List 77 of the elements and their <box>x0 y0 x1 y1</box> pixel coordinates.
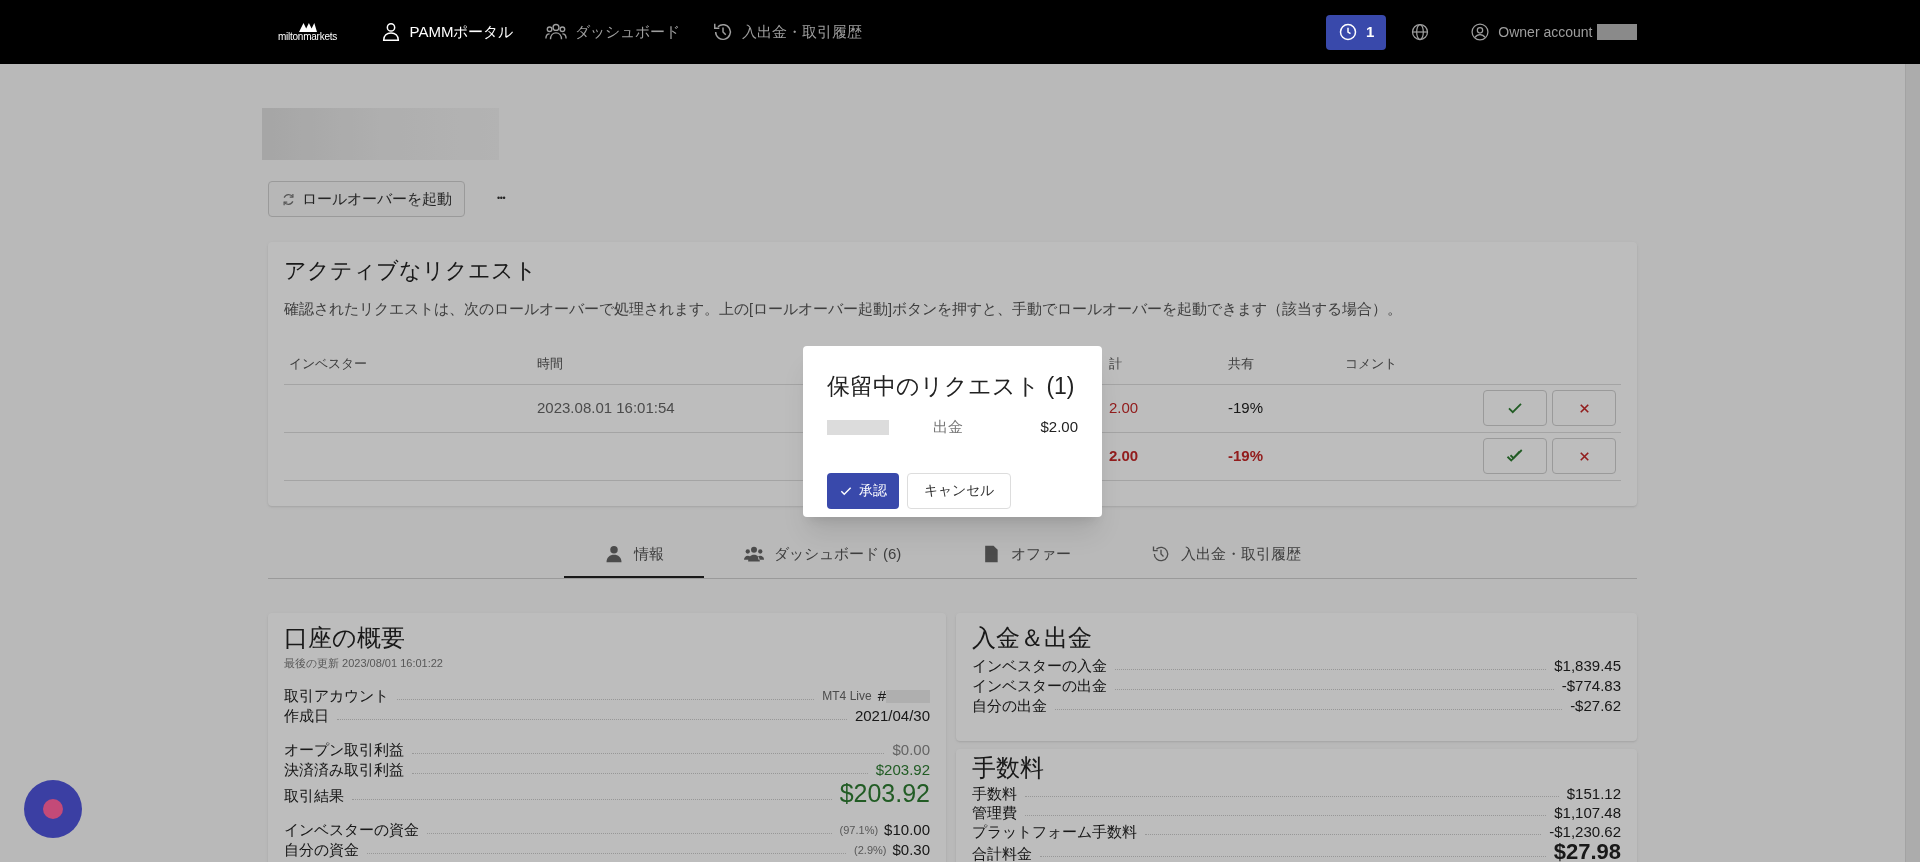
approve-button[interactable] <box>1483 438 1547 475</box>
row-label: インベスターの資金 <box>284 819 419 840</box>
row-value: -$774.83 <box>1561 676 1621 696</box>
account-menu[interactable]: Owner account <box>1470 21 1593 43</box>
request-type: 出金 <box>933 417 963 437</box>
row-label: 管理費 <box>972 803 1017 822</box>
card-title: 口座の概要 <box>284 623 406 653</box>
row-label: 手数料 <box>972 784 1017 803</box>
column-header: 計 <box>1109 356 1122 371</box>
row-note: (97.1%) <box>839 822 879 838</box>
row-label: 決済済み取引利益 <box>284 759 404 780</box>
row-value: $1,839.45 <box>1554 656 1621 676</box>
row-label: インベスターの出金 <box>972 676 1107 696</box>
redacted-block <box>1596 24 1637 40</box>
row-value: # <box>877 685 886 706</box>
table-cell: 2023.08.01 16:01:54 <box>537 399 675 416</box>
scrollbar[interactable] <box>1905 64 1920 862</box>
refresh-icon <box>281 191 296 207</box>
row-label: 自分の資金 <box>284 839 359 860</box>
tab[interactable]: ダッシュボード (6) <box>703 532 942 578</box>
row-label: 合計料金 <box>972 844 1032 862</box>
row-note: (2.9%) <box>854 842 887 858</box>
table-cell: -19% <box>1228 447 1264 464</box>
chat-button[interactable] <box>24 780 82 838</box>
card-title: 手数料 <box>972 753 1045 783</box>
row-value: -$27.62 <box>1570 696 1621 716</box>
row-label: 取引結果 <box>284 785 344 806</box>
nav-link[interactable]: PAMMポータル <box>379 20 514 44</box>
row-value: $0.00 <box>892 739 930 760</box>
redacted-block <box>827 419 889 435</box>
cancel-button[interactable]: キャンセル <box>907 472 1011 509</box>
approve-button[interactable] <box>1483 390 1547 427</box>
clock-icon <box>1338 22 1358 42</box>
row-note: MT4 Live <box>822 687 872 705</box>
column-header: 共有 <box>1228 356 1254 371</box>
card-title: アクティブなリクエスト <box>284 257 538 285</box>
tab[interactable]: 情報 <box>563 532 704 578</box>
approve-button[interactable]: 承認 <box>827 472 899 509</box>
user-icon <box>1470 22 1491 42</box>
row-value: $0.30 <box>892 839 930 860</box>
request-amount: $2.00 <box>1040 417 1078 437</box>
row-value: $151.12 <box>1566 784 1621 803</box>
card-title: 入金＆出金 <box>972 623 1093 653</box>
row-value: $1,107.48 <box>1554 803 1621 822</box>
table-cell: -19% <box>1228 399 1264 416</box>
tab[interactable]: オファー <box>941 532 1112 578</box>
row-label: インベスターの入金 <box>972 656 1107 676</box>
card-description: 確認されたリクエストは、次のロールオーバーで処理されます。上の[ロールオーバー起動]ボタンを押すと、手動でロールオーバーを起動できます（該当する場合）。 <box>284 300 1404 319</box>
row-value: $203.92 <box>839 779 930 806</box>
row-label: 作成日 <box>284 705 329 726</box>
last-updated-text: 最後の更新 2023/08/01 16:01:22 <box>284 656 444 671</box>
row-value: -$1,230.62 <box>1549 822 1621 841</box>
table-cell: 2.00 <box>1109 399 1139 416</box>
notifications-button[interactable]: 1 <box>1326 14 1387 50</box>
more-button[interactable]: ••• <box>497 192 506 206</box>
nav-link[interactable]: 入出金・取引履歴 <box>712 20 863 44</box>
dialog-title: 保留中のリクエスト (1) <box>827 372 1076 401</box>
tab[interactable]: 入出金・取引履歴 <box>1111 532 1342 578</box>
reject-button[interactable] <box>1552 390 1616 427</box>
row-label: 取引アカウント <box>284 685 389 706</box>
column-header: インベスター <box>289 356 367 371</box>
globe-icon[interactable] <box>1410 22 1431 42</box>
row-value: $203.92 <box>875 759 930 780</box>
rollover-button[interactable]: ロールオーバーを起動 <box>268 181 465 217</box>
column-header: コメント <box>1345 356 1397 371</box>
logo[interactable]: miltonmarkets <box>275 22 340 42</box>
row-value: $27.98 <box>1553 841 1621 862</box>
column-header: 時間 <box>537 356 563 371</box>
reject-button[interactable] <box>1552 438 1616 475</box>
row-label: オープン取引利益 <box>284 739 404 760</box>
row-value: $10.00 <box>884 819 930 840</box>
table-cell: 2.00 <box>1109 447 1139 464</box>
nav-link[interactable]: ダッシュボード <box>545 20 681 44</box>
people-icon <box>743 544 764 564</box>
row-value: 2021/04/30 <box>854 705 930 726</box>
row-label: 自分の出金 <box>972 696 1047 716</box>
row-label: プラットフォーム手数料 <box>972 822 1137 841</box>
